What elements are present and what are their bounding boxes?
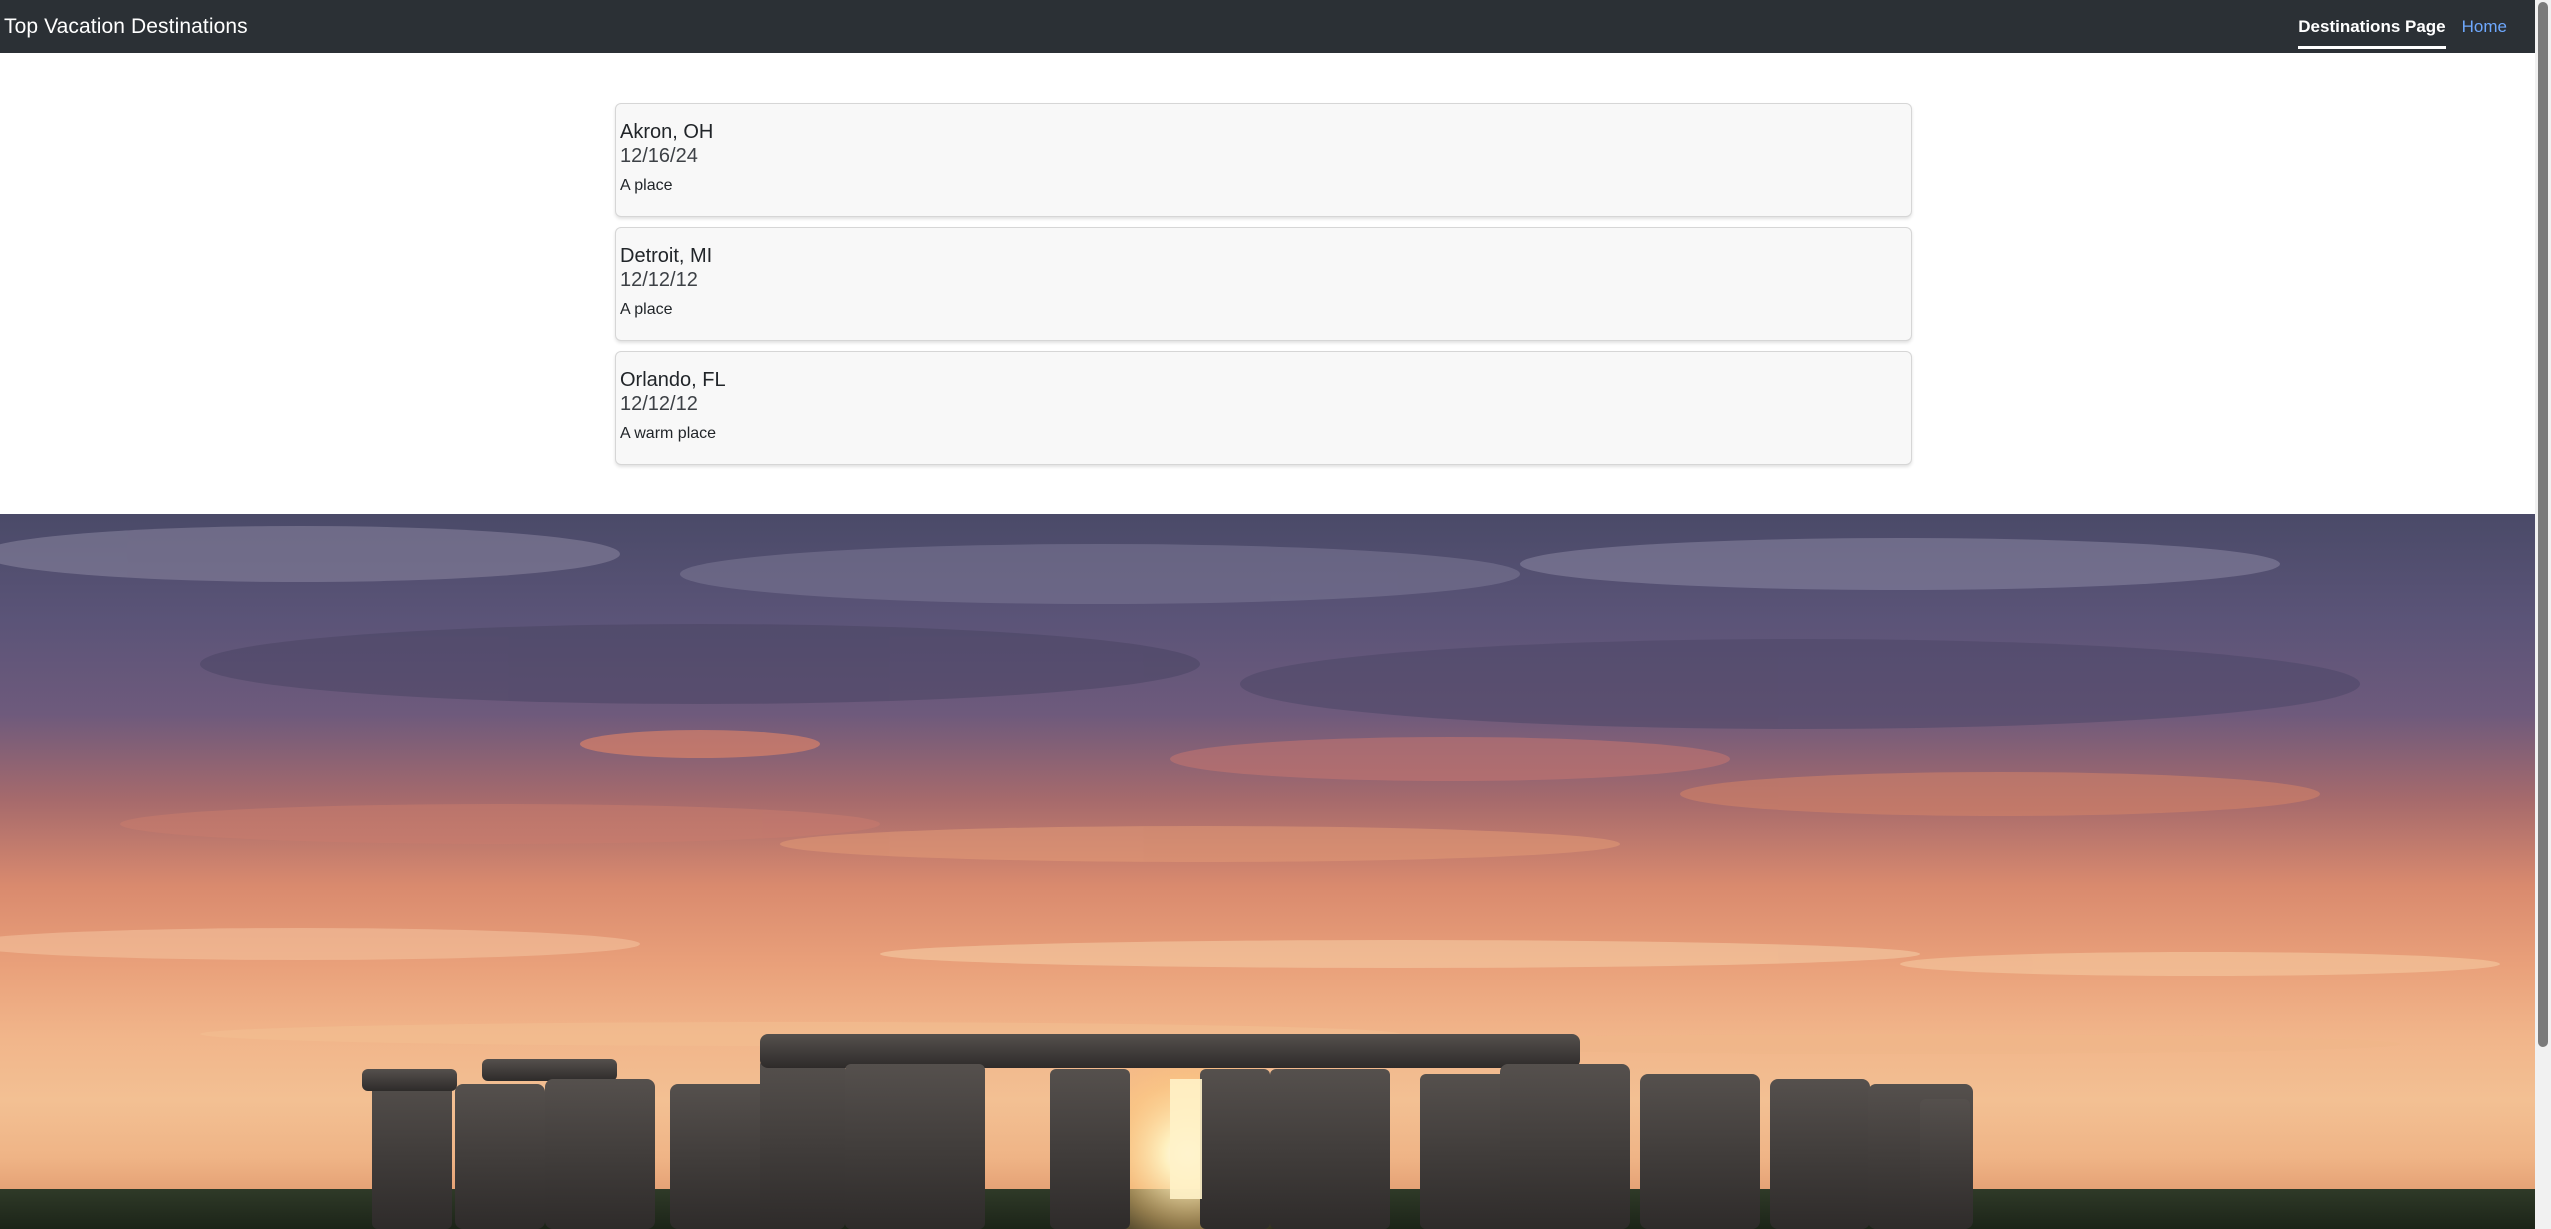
hero-image: [0, 514, 2535, 1229]
destination-card[interactable]: Orlando, FL 12/12/12 A warm place: [615, 351, 1912, 465]
destination-list: Akron, OH 12/16/24 A place Detroit, MI 1…: [615, 103, 1912, 475]
destination-description: A place: [620, 177, 673, 194]
navbar-brand[interactable]: Top Vacation Destinations: [4, 15, 248, 39]
page: Top Vacation Destinations Destinations P…: [0, 0, 2551, 1229]
destination-card[interactable]: Akron, OH 12/16/24 A place: [615, 103, 1912, 217]
destination-name: Orlando, FL: [620, 369, 726, 391]
scrollbar-thumb[interactable]: [2538, 2, 2548, 1047]
destination-date: 12/16/24: [620, 145, 698, 167]
stonehenge-sunset-image: [0, 514, 2535, 1229]
destination-description: A place: [620, 301, 673, 318]
destination-name: Akron, OH: [620, 121, 714, 143]
top-navbar: Top Vacation Destinations Destinations P…: [0, 0, 2535, 53]
destination-card[interactable]: Detroit, MI 12/12/12 A place: [615, 227, 1912, 341]
destination-date: 12/12/12: [620, 393, 698, 415]
nav-link-home[interactable]: Home: [2462, 0, 2507, 53]
main-content: Akron, OH 12/16/24 A place Detroit, MI 1…: [0, 53, 2535, 514]
vertical-scrollbar[interactable]: [2535, 0, 2551, 1229]
destination-description: A warm place: [620, 425, 717, 442]
destination-name: Detroit, MI: [620, 245, 713, 267]
destination-date: 12/12/12: [620, 269, 698, 291]
nav-links: Destinations Page Home: [2298, 0, 2507, 53]
nav-link-destinations[interactable]: Destinations Page: [2298, 5, 2446, 49]
